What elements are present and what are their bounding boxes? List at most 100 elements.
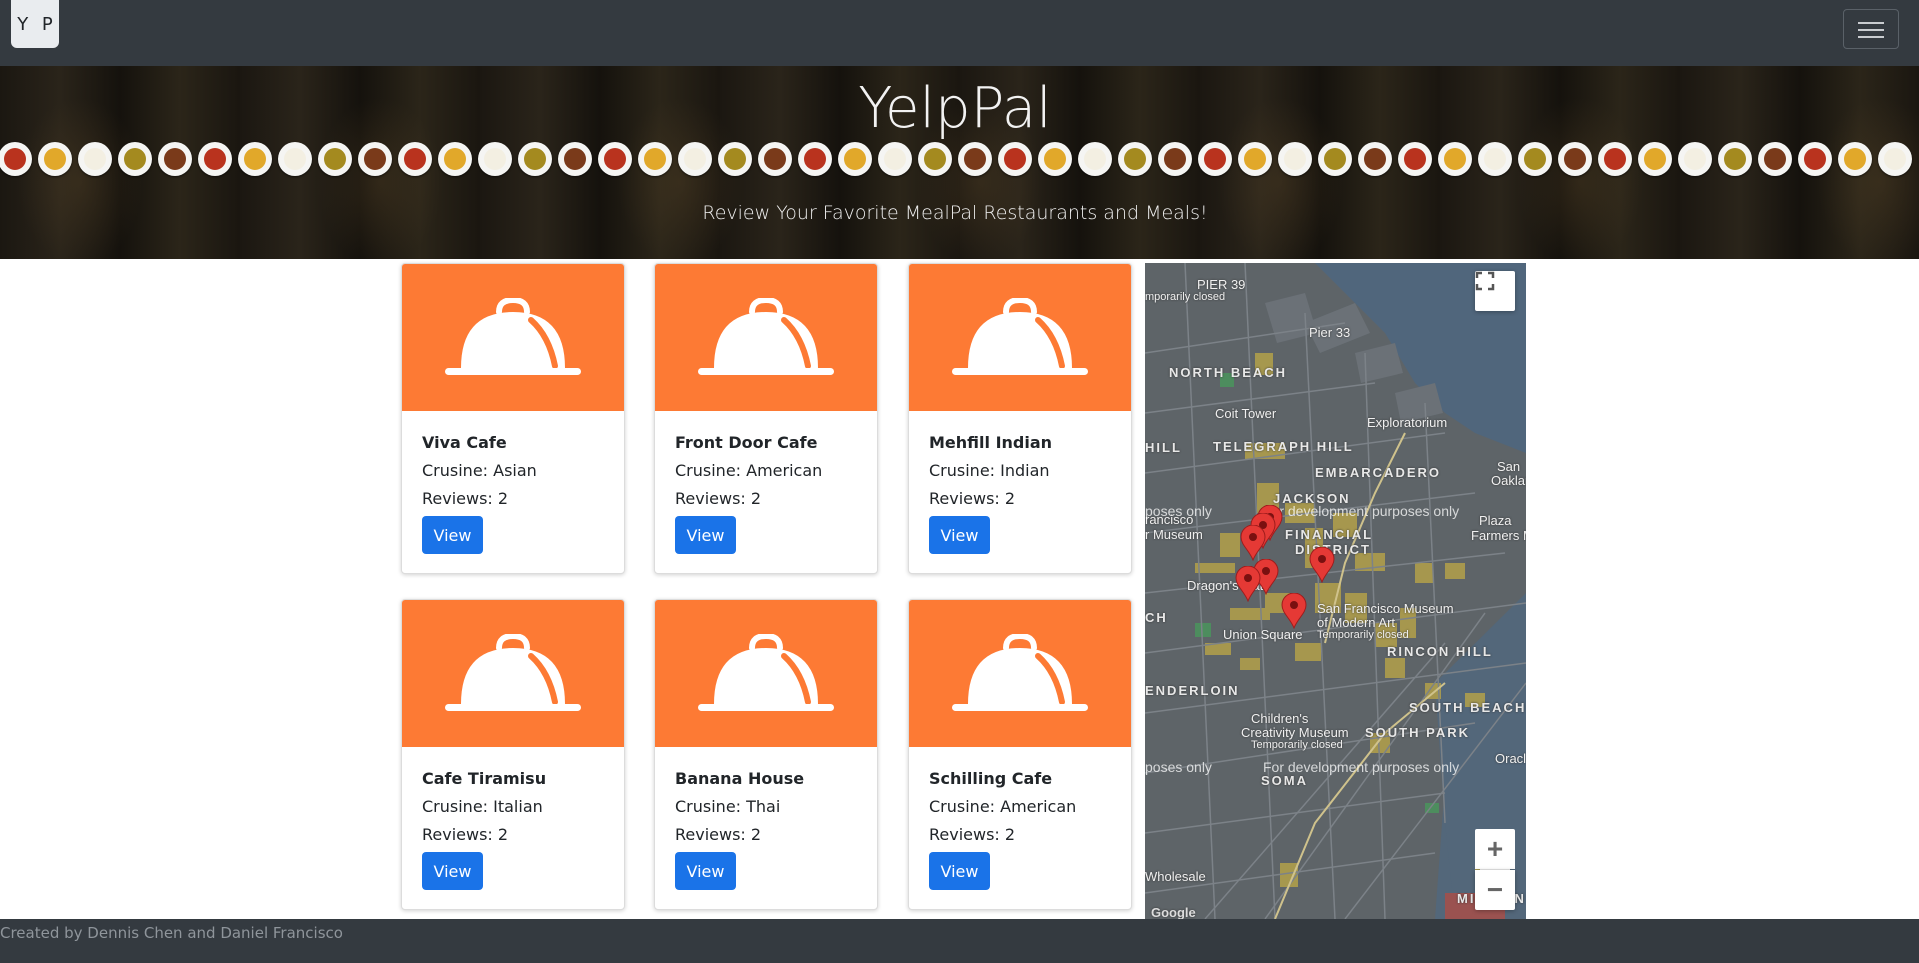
restaurant-name: Viva Cafe: [422, 433, 507, 452]
map-label: RINCON HILL: [1387, 644, 1493, 659]
food-plate-image: [638, 142, 672, 176]
zoom-in-button[interactable]: +: [1475, 829, 1515, 869]
page-subtitle: Review Your Favorite MealPal Restaurants…: [702, 202, 1208, 224]
restaurant-cuisine: Crusine: Indian: [929, 461, 1050, 480]
restaurant-reviews: Reviews: 2: [422, 489, 509, 508]
map-label: Farmers Mark: [1471, 528, 1526, 543]
map-label: Children's: [1251, 711, 1309, 726]
map-pin-icon[interactable]: [1309, 547, 1335, 583]
map-label: SOUTH PARK: [1365, 725, 1470, 740]
food-plate-image: [78, 142, 112, 176]
fullscreen-button[interactable]: [1475, 271, 1515, 311]
map-label: Coit Tower: [1215, 406, 1277, 421]
food-plate-image: [1238, 142, 1272, 176]
map-label: EMBARCADERO: [1315, 465, 1441, 480]
view-button[interactable]: View: [675, 516, 736, 554]
food-plate-image: [838, 142, 872, 176]
food-plate-image: [718, 142, 752, 176]
restaurant-card: Front Door Cafe Crusine: American Review…: [654, 263, 878, 574]
cloche-icon: [445, 633, 581, 711]
map-label: Exploratorium: [1367, 415, 1448, 430]
menu-toggle-button[interactable]: [1843, 9, 1899, 49]
map-pin-icon[interactable]: [1235, 566, 1261, 602]
restaurant-card: Schilling Cafe Crusine: American Reviews…: [908, 599, 1132, 910]
cloche-icon: [445, 297, 581, 375]
card-image: [909, 264, 1131, 411]
food-plates-strip: [0, 142, 1919, 182]
food-plate-image: [438, 142, 472, 176]
food-plate-image: [318, 142, 352, 176]
food-plate-image: [1678, 142, 1712, 176]
restaurant-map[interactable]: PIER 39 mporarily closed Pier 33 NORTH B…: [1145, 263, 1526, 919]
food-plate-image: [398, 142, 432, 176]
map-label: Temporarily closed: [1251, 739, 1343, 751]
restaurant-cuisine: Crusine: American: [675, 461, 823, 480]
food-plate-image: [1478, 142, 1512, 176]
restaurant-card: Viva Cafe Crusine: Asian Reviews: 2 View: [401, 263, 625, 574]
dev-watermark: poses only: [1145, 503, 1212, 519]
restaurant-cuisine: Crusine: American: [929, 797, 1077, 816]
view-button[interactable]: View: [422, 516, 483, 554]
food-plate-image: [958, 142, 992, 176]
food-plate-image: [678, 142, 712, 176]
map-label: Creativity Museum: [1241, 725, 1349, 740]
map-label: SOUTH BEACH: [1409, 700, 1526, 715]
cloche-icon: [698, 297, 834, 375]
brand-logo[interactable]: Y P: [11, 0, 59, 48]
food-plate-image: [1118, 142, 1152, 176]
map-label: Temporarily closed: [1317, 629, 1409, 641]
card-image: [655, 600, 877, 747]
food-plate-image: [198, 142, 232, 176]
card-image: [909, 600, 1131, 747]
zoom-out-button[interactable]: −: [1475, 870, 1515, 910]
restaurant-card: Banana House Crusine: Thai Reviews: 2 Vi…: [654, 599, 878, 910]
map-label: TELEGRAPH HILL: [1213, 439, 1354, 454]
food-plate-image: [1398, 142, 1432, 176]
restaurant-card: Mehfill Indian Crusine: Indian Reviews: …: [908, 263, 1132, 574]
food-plate-image: [1518, 142, 1552, 176]
food-plate-image: [1358, 142, 1392, 176]
map-label: of Modern Art: [1317, 615, 1396, 630]
food-plate-image: [918, 142, 952, 176]
restaurant-cuisine: Crusine: Italian: [422, 797, 543, 816]
map-label: Wholesale: [1145, 869, 1206, 884]
page-title: YelpPal: [858, 76, 1052, 141]
restaurant-reviews: Reviews: 2: [675, 825, 762, 844]
food-plate-image: [1598, 142, 1632, 176]
map-label: San Francisco Museum: [1317, 601, 1454, 616]
restaurant-reviews: Reviews: 2: [929, 825, 1016, 844]
map-label: mporarily closed: [1145, 291, 1226, 303]
food-plate-image: [158, 142, 192, 176]
food-plate-image: [478, 142, 512, 176]
map-label: NORTH BEACH: [1169, 365, 1288, 380]
map-pin-icon[interactable]: [1281, 593, 1307, 629]
map-pin-icon[interactable]: [1240, 525, 1266, 561]
card-image: [655, 264, 877, 411]
food-plate-image: [798, 142, 832, 176]
top-navbar: Y P: [0, 0, 1919, 66]
view-button[interactable]: View: [675, 852, 736, 890]
food-plate-image: [1798, 142, 1832, 176]
view-button[interactable]: View: [929, 516, 990, 554]
map-label: Union Square: [1223, 627, 1303, 642]
food-plate-image: [1198, 142, 1232, 176]
food-plate-image: [758, 142, 792, 176]
food-plate-image: [1758, 142, 1792, 176]
food-plate-image: [1838, 142, 1872, 176]
food-plate-image: [118, 142, 152, 176]
map-label: PIER 39: [1197, 277, 1246, 292]
restaurant-card: Cafe Tiramisu Crusine: Italian Reviews: …: [401, 599, 625, 910]
restaurant-name: Front Door Cafe: [675, 433, 818, 452]
restaurant-cuisine: Crusine: Thai: [675, 797, 781, 816]
map-label: SOMA: [1261, 773, 1308, 788]
cloche-icon: [698, 633, 834, 711]
food-plate-image: [998, 142, 1032, 176]
map-label: San: [1497, 459, 1521, 474]
footer-credit: Created by Dennis Chen and Daniel Franci…: [0, 924, 343, 942]
view-button[interactable]: View: [929, 852, 990, 890]
food-plate-image: [518, 142, 552, 176]
food-plate-image: [598, 142, 632, 176]
food-plate-image: [278, 142, 312, 176]
view-button[interactable]: View: [422, 852, 483, 890]
map-label: Plaza: [1479, 513, 1512, 528]
